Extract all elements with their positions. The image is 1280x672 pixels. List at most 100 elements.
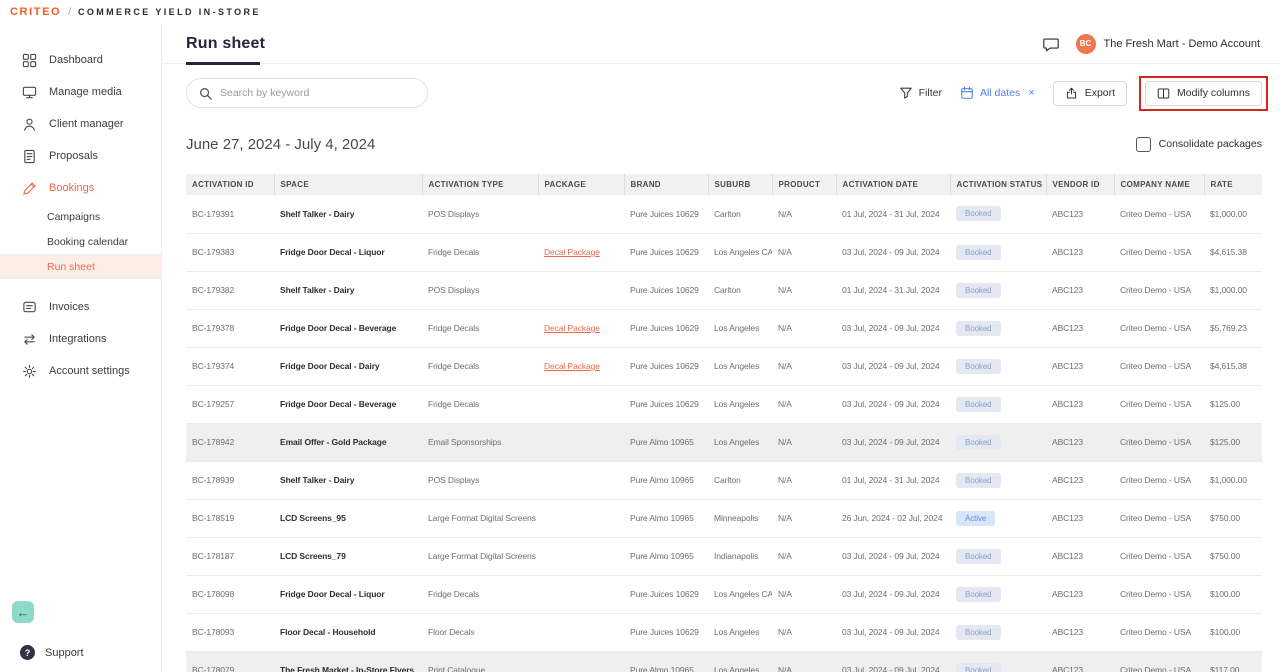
sidebar-item-bookings[interactable]: Bookings [0, 172, 161, 204]
package-link[interactable]: Decal Package [544, 247, 600, 257]
status-badge: Booked [956, 549, 1001, 564]
sidebar-item-manage-media[interactable]: Manage media [0, 76, 161, 108]
remove-dates-filter-icon[interactable]: × [1028, 87, 1034, 99]
status-badge: Booked [956, 587, 1001, 602]
sidebar-item-label: Account settings [49, 365, 130, 377]
export-button[interactable]: Export [1053, 81, 1127, 106]
chat-button[interactable] [1042, 35, 1060, 53]
id-cell: BC-178519 [186, 499, 274, 537]
sidebar-item-account-settings[interactable]: Account settings [0, 355, 161, 387]
table-row[interactable]: BC-178939Shelf Talker - DairyPOS Display… [186, 461, 1262, 499]
vendor-cell: ABC123 [1046, 575, 1114, 613]
consolidate-packages-toggle[interactable]: Consolidate packages [1136, 137, 1262, 152]
toolbar: Filter All dates × Export Modify columns [162, 64, 1280, 122]
table-row[interactable]: BC-179378Fridge Door Decal - BeverageFri… [186, 309, 1262, 347]
consolidate-checkbox[interactable] [1136, 137, 1151, 152]
sidebar-item-run-sheet[interactable]: Run sheet [0, 254, 161, 279]
table-row[interactable]: BC-179383Fridge Door Decal - LiquorFridg… [186, 233, 1262, 271]
vendor-cell: ABC123 [1046, 271, 1114, 309]
type-cell: Fridge Decals [422, 309, 538, 347]
product-cell: N/A [772, 309, 836, 347]
dates-filter-chip[interactable]: All dates × [960, 86, 1035, 100]
avatar: BC [1076, 34, 1096, 54]
vendor-cell: ABC123 [1046, 461, 1114, 499]
collapse-sidebar-button[interactable]: ← [12, 601, 34, 623]
account-menu[interactable]: BC The Fresh Mart - Demo Account [1076, 34, 1261, 54]
status-cell: Booked [950, 461, 1046, 499]
company-cell: Criteo Demo - USA [1114, 537, 1204, 575]
column-header[interactable]: Brand [624, 174, 708, 195]
brand-cell: Pure Juices 10629 [624, 271, 708, 309]
table-row[interactable]: BC-179382Shelf Talker - DairyPOS Display… [186, 271, 1262, 309]
sidebar-item-booking-calendar[interactable]: Booking calendar [0, 229, 161, 254]
status-cell: Booked [950, 575, 1046, 613]
table-row[interactable]: BC-179257Fridge Door Decal - BeverageFri… [186, 385, 1262, 423]
column-header[interactable]: Activation ID [186, 174, 274, 195]
suburb-cell: Carlton [708, 195, 772, 233]
content-header-row: June 27, 2024 - July 4, 2024 Consolidate… [162, 122, 1280, 162]
date-cell: 01 Jul, 2024 - 31 Jul, 2024 [836, 271, 950, 309]
sidebar-item-client-manager[interactable]: Client manager [0, 108, 161, 140]
rate-cell: $750.00 [1204, 499, 1262, 537]
sidebar-item-label: Manage media [49, 86, 122, 98]
brand-cell: Pure Juices 10629 [624, 195, 708, 233]
filter-button[interactable]: Filter [899, 86, 942, 100]
brand-cell: Pure Almo 10965 [624, 537, 708, 575]
column-header[interactable]: Product [772, 174, 836, 195]
company-cell: Criteo Demo - USA [1114, 271, 1204, 309]
status-badge: Booked [956, 321, 1001, 336]
filter-label: Filter [919, 87, 942, 99]
search-input[interactable] [220, 87, 415, 99]
column-header[interactable]: Package [538, 174, 624, 195]
sidebar-item-campaigns[interactable]: Campaigns [0, 204, 161, 229]
sidebar-item-invoices[interactable]: Invoices [0, 291, 161, 323]
monitor-icon [22, 85, 37, 100]
app-window: CRITEO / COMMERCE YIELD IN-STORE Dashboa… [0, 0, 1280, 672]
column-header[interactable]: Activation Type [422, 174, 538, 195]
package-link[interactable]: Decal Package [544, 361, 600, 371]
run-sheet-table: Activation IDSpaceActivation TypePackage… [186, 174, 1262, 672]
table-row[interactable]: BC-178519LCD Screens_95Large Format Digi… [186, 499, 1262, 537]
product-cell: N/A [772, 575, 836, 613]
status-badge: Booked [956, 283, 1001, 298]
run-sheet-table-wrap: Activation IDSpaceActivation TypePackage… [162, 162, 1280, 672]
suburb-cell: Los Angeles [708, 385, 772, 423]
column-header[interactable]: Space [274, 174, 422, 195]
id-cell: BC-179257 [186, 385, 274, 423]
support-link[interactable]: ? Support [12, 645, 161, 660]
table-head: Activation IDSpaceActivation TypePackage… [186, 174, 1262, 195]
brand-cell: Pure Juices 10629 [624, 385, 708, 423]
date-range-heading: June 27, 2024 - July 4, 2024 [186, 136, 375, 153]
table-row[interactable]: BC-179374Fridge Door Decal - DairyFridge… [186, 347, 1262, 385]
column-header[interactable]: Vendor ID [1046, 174, 1114, 195]
table-row[interactable]: BC-178093Floor Decal - HouseholdFloor De… [186, 613, 1262, 651]
modify-columns-button[interactable]: Modify columns [1145, 81, 1262, 106]
table-row[interactable]: BC-178942Email Offer - Gold PackageEmail… [186, 423, 1262, 461]
account-name: The Fresh Mart - Demo Account [1104, 38, 1261, 50]
column-header[interactable]: Activation Status [950, 174, 1046, 195]
column-header[interactable]: Company Name [1114, 174, 1204, 195]
date-cell: 03 Jul, 2024 - 09 Jul, 2024 [836, 613, 950, 651]
table-row[interactable]: BC-178098Fridge Door Decal - LiquorFridg… [186, 575, 1262, 613]
type-cell: Print Catalogue [422, 651, 538, 672]
table-row[interactable]: BC-178187LCD Screens_79Large Format Digi… [186, 537, 1262, 575]
id-cell: BC-178942 [186, 423, 274, 461]
column-header[interactable]: Activation Date [836, 174, 950, 195]
sidebar-item-integrations[interactable]: Integrations [0, 323, 161, 355]
package-link[interactable]: Decal Package [544, 323, 600, 333]
type-cell: Fridge Decals [422, 385, 538, 423]
column-header[interactable]: Rate [1204, 174, 1262, 195]
table-row[interactable]: BC-178079The Fresh Market - In-Store Fly… [186, 651, 1262, 672]
table-row[interactable]: BC-179391Shelf Talker - DairyPOS Display… [186, 195, 1262, 233]
brand-cell: Pure Almo 10965 [624, 499, 708, 537]
suburb-cell: Los Angeles CA [708, 575, 772, 613]
person-icon [22, 117, 37, 132]
status-cell: Booked [950, 537, 1046, 575]
sidebar-item-proposals[interactable]: Proposals [0, 140, 161, 172]
column-header[interactable]: Suburb [708, 174, 772, 195]
search-box[interactable] [186, 78, 428, 108]
status-badge: Booked [956, 359, 1001, 374]
sidebar-item-dashboard[interactable]: Dashboard [0, 44, 161, 76]
vendor-cell: ABC123 [1046, 309, 1114, 347]
product-cell: N/A [772, 537, 836, 575]
